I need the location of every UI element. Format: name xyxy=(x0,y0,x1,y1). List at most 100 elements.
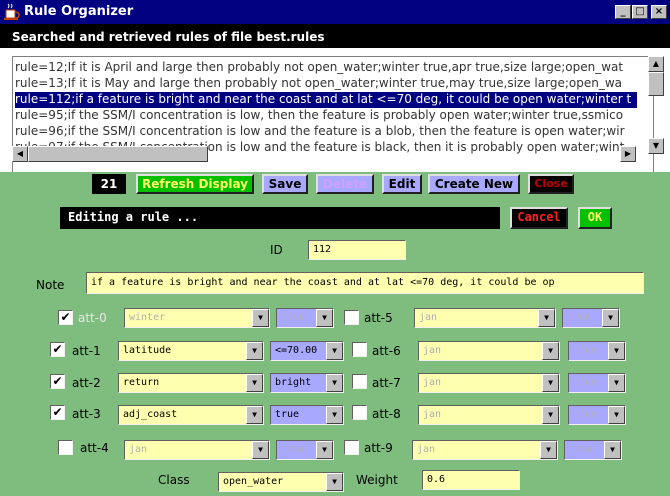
dropdown-arrow-icon[interactable]: ▼ xyxy=(542,342,559,360)
rule-organizer-window: Rule Organizer _ □ × Searched and retrie… xyxy=(0,0,670,496)
dropdown-arrow-icon[interactable]: ▼ xyxy=(246,374,263,392)
list-item[interactable]: rule=96;if the SSM/I concentration is lo… xyxy=(15,124,625,140)
att-2-value-select[interactable]: bright ▼ xyxy=(270,373,344,393)
dropdown-arrow-icon[interactable]: ▼ xyxy=(326,342,343,360)
att-0-checkbox[interactable]: ✔ xyxy=(58,310,73,325)
att-0-field-select[interactable]: winter ▼ xyxy=(124,308,270,328)
att-0-label: att-0 xyxy=(78,311,107,325)
dropdown-arrow-icon[interactable]: ▼ xyxy=(538,309,555,327)
att-5-field-select[interactable]: jan ▼ xyxy=(414,308,556,328)
dropdown-arrow-icon[interactable]: ▼ xyxy=(252,309,269,327)
title-bar[interactable]: Rule Organizer _ □ × xyxy=(0,0,670,24)
dropdown-arrow-icon[interactable]: ▼ xyxy=(246,406,263,424)
att-1-value-select[interactable]: <=70.00 ▼ xyxy=(270,341,344,361)
vertical-scrollbar[interactable]: ▲ ▼ xyxy=(648,56,664,154)
att-4-field-select[interactable]: jan ▼ xyxy=(124,440,270,460)
dropdown-arrow-icon[interactable]: ▼ xyxy=(316,309,333,327)
scroll-left-icon[interactable]: ◀ xyxy=(12,146,28,162)
att-8-field-value: jan xyxy=(423,409,442,420)
att-8-value-select[interactable]: true ▼ xyxy=(568,405,626,425)
id-field[interactable]: 112 xyxy=(308,240,406,260)
att-6-value-select[interactable]: true ▼ xyxy=(568,341,626,361)
dropdown-arrow-icon[interactable]: ▼ xyxy=(608,374,625,392)
att-5-value-select[interactable]: true ▼ xyxy=(562,308,620,328)
close-window-button[interactable]: × xyxy=(651,5,667,19)
att-8-field-select[interactable]: jan ▼ xyxy=(418,405,560,425)
att-2-field-select[interactable]: return ▼ xyxy=(118,373,264,393)
delete-button[interactable]: Delete xyxy=(316,174,374,194)
scroll-down-icon[interactable]: ▼ xyxy=(648,138,664,154)
att-2-checkbox[interactable]: ✔ xyxy=(50,374,65,389)
att-6-label: att-6 xyxy=(372,344,401,358)
class-label: Class xyxy=(158,473,190,487)
att-3-field-select[interactable]: adj_coast ▼ xyxy=(118,405,264,425)
weight-label: Weight xyxy=(356,473,398,487)
dropdown-arrow-icon[interactable]: ▼ xyxy=(326,473,343,491)
dropdown-arrow-icon[interactable]: ▼ xyxy=(542,406,559,424)
rule-count: 21 xyxy=(92,174,126,194)
class-select[interactable]: open_water ▼ xyxy=(218,472,344,492)
att-6-checkbox[interactable] xyxy=(352,342,367,357)
dropdown-arrow-icon[interactable]: ▼ xyxy=(326,374,343,392)
att-7-field-select[interactable]: jan ▼ xyxy=(418,373,560,393)
scroll-thumb[interactable] xyxy=(648,72,664,96)
att-2-field-value: return xyxy=(123,377,160,388)
minimize-button[interactable]: _ xyxy=(615,5,631,19)
window-title: Rule Organizer xyxy=(24,4,134,19)
dropdown-arrow-icon[interactable]: ▼ xyxy=(542,374,559,392)
att-4-field-value: jan xyxy=(129,444,148,455)
att-7-value: true xyxy=(573,377,598,388)
class-value: open_water xyxy=(223,476,284,487)
att-3-value-select[interactable]: true ▼ xyxy=(270,405,344,425)
att-1-value: <=70.00 xyxy=(275,345,318,356)
create-new-button[interactable]: Create New xyxy=(428,174,520,194)
att-1-checkbox[interactable]: ✔ xyxy=(50,342,65,357)
refresh-display-button[interactable]: Refresh Display xyxy=(136,174,254,194)
scroll-thumb-horizontal[interactable] xyxy=(28,146,208,162)
dropdown-arrow-icon[interactable]: ▼ xyxy=(316,441,333,459)
results-header: Searched and retrieved rules of file bes… xyxy=(0,24,670,48)
list-item[interactable]: rule=13;If it is May and large then prob… xyxy=(15,76,622,92)
id-label: ID xyxy=(270,243,283,257)
save-button[interactable]: Save xyxy=(262,174,308,194)
att-7-field-value: jan xyxy=(423,377,442,388)
dropdown-arrow-icon[interactable]: ▼ xyxy=(608,406,625,424)
dropdown-arrow-icon[interactable]: ▼ xyxy=(246,342,263,360)
dropdown-arrow-icon[interactable]: ▼ xyxy=(540,441,557,459)
weight-field[interactable]: 0.6 xyxy=(422,470,520,490)
att-5-checkbox[interactable] xyxy=(344,310,359,325)
close-button[interactable]: Close xyxy=(528,174,574,194)
att-3-label: att-3 xyxy=(72,407,101,421)
ok-button[interactable]: OK xyxy=(578,207,612,229)
att-3-checkbox[interactable]: ✔ xyxy=(50,405,65,420)
maximize-button[interactable]: □ xyxy=(632,5,648,19)
att-4-checkbox[interactable] xyxy=(58,440,73,455)
dropdown-arrow-icon[interactable]: ▼ xyxy=(608,342,625,360)
att-6-field-select[interactable]: jan ▼ xyxy=(418,341,560,361)
note-field[interactable]: if a feature is bright and near the coas… xyxy=(86,272,644,294)
att-0-value-select[interactable]: true ▼ xyxy=(276,308,334,328)
att-4-value-select[interactable]: true ▼ xyxy=(276,440,334,460)
rules-list-panel: rule=12;If it is April and large then pr… xyxy=(0,48,670,204)
att-9-field-select[interactable]: jan ▼ xyxy=(412,440,558,460)
horizontal-scrollbar[interactable]: ◀ ▶ xyxy=(12,146,636,162)
att-7-checkbox[interactable] xyxy=(352,374,367,389)
att-9-value-select[interactable]: true ▼ xyxy=(564,440,622,460)
list-item-selected[interactable]: rule=112;if a feature is bright and near… xyxy=(15,92,637,108)
edit-button[interactable]: Edit xyxy=(382,174,422,194)
att-1-field-select[interactable]: latitude ▼ xyxy=(118,341,264,361)
cancel-button[interactable]: Cancel xyxy=(510,207,568,229)
att-0-value: true xyxy=(281,312,306,323)
dropdown-arrow-icon[interactable]: ▼ xyxy=(602,309,619,327)
att-5-label: att-5 xyxy=(364,311,393,325)
att-7-value-select[interactable]: true ▼ xyxy=(568,373,626,393)
scroll-up-icon[interactable]: ▲ xyxy=(648,56,664,72)
att-9-checkbox[interactable] xyxy=(344,440,359,455)
scroll-right-icon[interactable]: ▶ xyxy=(620,146,636,162)
dropdown-arrow-icon[interactable]: ▼ xyxy=(326,406,343,424)
list-item[interactable]: rule=12;If it is April and large then pr… xyxy=(15,60,623,76)
list-item[interactable]: rule=95;if the SSM/I concentration is lo… xyxy=(15,108,623,124)
att-8-checkbox[interactable] xyxy=(352,405,367,420)
dropdown-arrow-icon[interactable]: ▼ xyxy=(252,441,269,459)
dropdown-arrow-icon[interactable]: ▼ xyxy=(604,441,621,459)
